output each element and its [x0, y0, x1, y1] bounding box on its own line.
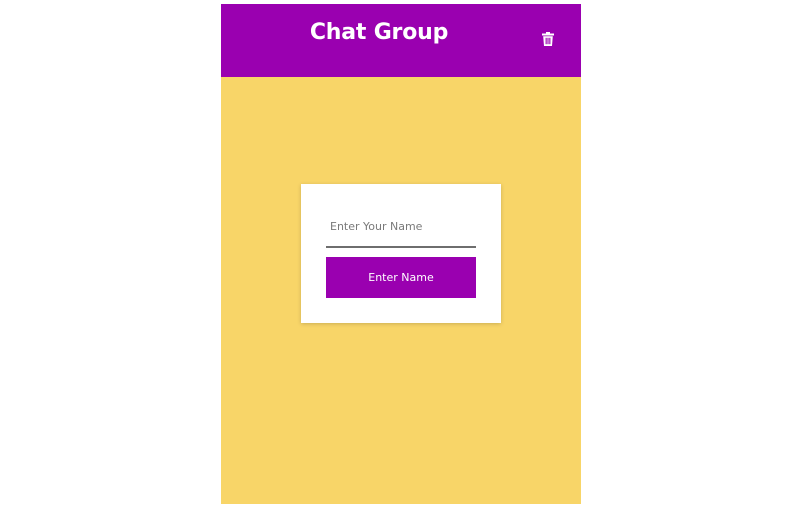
name-input[interactable]: [326, 210, 476, 248]
delete-button[interactable]: [539, 29, 557, 49]
enter-name-button[interactable]: Enter Name: [326, 257, 476, 298]
trash-icon: [542, 32, 554, 46]
page-title: Chat Group: [309, 20, 449, 45]
app-header: Chat Group: [221, 4, 581, 77]
chat-app: Chat Group Enter Name: [221, 4, 581, 504]
name-entry-card: Enter Name: [301, 184, 501, 323]
